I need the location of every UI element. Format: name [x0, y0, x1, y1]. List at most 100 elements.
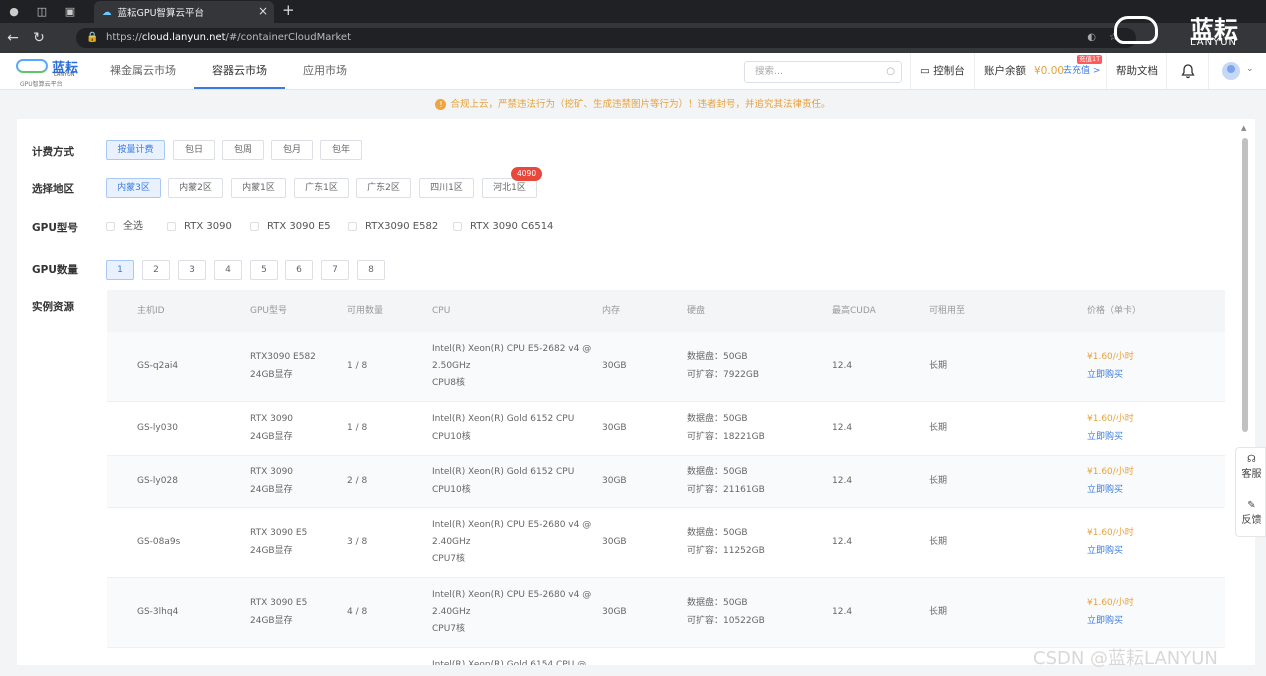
gpu-model-checkbox[interactable]: RTX 3090	[167, 221, 232, 233]
cell-host-id: GS-08a9s	[137, 537, 181, 547]
browser-tab[interactable]: ☁ 蓝耘GPU智算云平台 ×	[94, 1, 274, 23]
col-host-id: 主机ID	[137, 306, 165, 316]
cell-cpu: CPU10核	[432, 432, 471, 442]
gpu-count-option[interactable]: 4	[214, 260, 242, 280]
cell-disk: 数据盘：50GB	[687, 352, 748, 362]
divider	[1106, 53, 1107, 89]
avatar[interactable]	[1222, 62, 1240, 80]
console-link[interactable]: ▭ 控制台	[920, 53, 965, 89]
divider	[1166, 53, 1167, 89]
nav-container-cloud[interactable]: 容器云市场	[194, 53, 285, 89]
col-gpu: GPU型号	[250, 306, 287, 316]
collections-icon[interactable]: ◫	[35, 5, 49, 19]
cell-price: ¥1.60/小时	[1087, 598, 1134, 608]
billing-option[interactable]: 包年	[320, 140, 362, 160]
gpu-count-option[interactable]: 5	[250, 260, 278, 280]
cell-price: ¥1.60/小时	[1087, 414, 1134, 424]
region-option[interactable]: 广东1区	[294, 178, 349, 198]
logo-subtitle: GPU智算云平台	[20, 81, 63, 88]
search-input[interactable]: 搜索... ○	[744, 61, 902, 83]
buy-now-link[interactable]: 立即购买	[1087, 613, 1123, 630]
cell-cpu: Intel(R) Xeon(R) Gold 6154 CPU @	[432, 660, 587, 665]
new-tab-icon[interactable]: +	[282, 1, 295, 19]
col-price: 价格（单卡）	[1087, 306, 1142, 316]
cell-cpu: CPU10核	[432, 485, 471, 495]
gpu-count-option[interactable]: 8	[357, 260, 385, 280]
gpu-count-option[interactable]: 7	[321, 260, 349, 280]
billing-option[interactable]: 包日	[173, 140, 215, 160]
cell-cpu: CPU7核	[432, 554, 466, 564]
table-row[interactable]: GS-ly030 RTX 3090 24GB显存 1 / 8 Intel(R) …	[107, 402, 1225, 456]
checkbox-icon	[250, 221, 259, 231]
cell-gpu: RTX 3090	[250, 467, 294, 477]
cell-mem: 30GB	[602, 476, 627, 486]
gpu-count-label: GPU数量	[32, 264, 78, 276]
gpu-model-checkbox[interactable]: RTX 3090 C6514	[453, 221, 553, 233]
cell-vram: 24GB显存	[250, 485, 293, 495]
checkbox-icon	[106, 221, 115, 231]
buy-now-link[interactable]: 立即购买	[1087, 543, 1123, 560]
billing-option[interactable]: 包月	[271, 140, 313, 160]
cell-cpu: Intel(R) Xeon(R) Gold 6152 CPU	[432, 467, 575, 477]
gpu-count-option[interactable]: 3	[178, 260, 206, 280]
divider	[910, 53, 911, 89]
region-option[interactable]: 广东2区	[356, 178, 411, 198]
nav-app-market[interactable]: 应用市场	[285, 53, 365, 89]
cell-cpu: 2.50GHz	[432, 361, 471, 371]
cell-cuda: 12.4	[832, 476, 853, 486]
url-field[interactable]: 🔒 https://cloud.lanyun.net/#/containerCl…	[76, 28, 1136, 48]
customer-service-button[interactable]: ☊ 客服	[1236, 454, 1266, 480]
col-until: 可租用至	[929, 306, 966, 316]
region-option[interactable]: 四川1区	[419, 178, 474, 198]
checkbox-icon	[167, 221, 176, 231]
cell-until: 长期	[929, 476, 948, 486]
cell-until: 长期	[929, 361, 948, 371]
scrollbar[interactable]: ▲	[1240, 124, 1250, 664]
table-row[interactable]: GS-q2ai4 RTX3090 E582 24GB显存 1 / 8 Intel…	[107, 332, 1225, 402]
cell-cpu: 2.40GHz	[432, 607, 471, 617]
lock-icon: 🔒	[86, 32, 99, 43]
gpu-count-option[interactable]: 1	[106, 260, 134, 280]
gpu-count-option[interactable]: 6	[285, 260, 313, 280]
cell-disk: 可扩容：21161GB	[687, 485, 765, 495]
cell-cuda: 12.4	[832, 361, 853, 371]
buy-now-link[interactable]: 立即购买	[1087, 429, 1123, 446]
region-option[interactable]: 内蒙1区	[231, 178, 286, 198]
gpu-count-option[interactable]: 2	[142, 260, 170, 280]
back-icon[interactable]: ←	[0, 30, 26, 46]
buy-now-link[interactable]: 立即购买	[1087, 367, 1123, 384]
headset-icon: ☊	[1247, 454, 1256, 465]
cell-disk: 数据盘：50GB	[687, 528, 748, 538]
scrollbar-thumb[interactable]	[1242, 138, 1248, 432]
logo[interactable]: 蓝耘 LANYUN GPU智算云平台	[14, 57, 84, 88]
gpu-model-checkbox[interactable]: RTX3090 E582	[348, 221, 438, 233]
cell-gpu: RTX 3090 E5	[250, 598, 308, 608]
feedback-button[interactable]: ✎ 反馈	[1236, 500, 1266, 526]
close-tab-icon[interactable]: ×	[258, 4, 268, 18]
chevron-down-icon[interactable]: ⌄	[1246, 64, 1254, 74]
search-icon[interactable]: ○	[886, 62, 895, 82]
region-option[interactable]: 内蒙2区	[168, 178, 223, 198]
cell-disk: 可扩容：18221GB	[687, 432, 765, 442]
nav-bare-metal[interactable]: 裸金属云市场	[92, 53, 194, 89]
tab-actions-icon[interactable]: ▣	[63, 5, 77, 19]
buy-now-link[interactable]: 立即购买	[1087, 482, 1123, 499]
gpu-model-checkbox[interactable]: 全选	[106, 221, 143, 233]
region-option[interactable]: 内蒙3区	[106, 178, 161, 198]
table-row[interactable]: GS-3lhq4 RTX 3090 E5 24GB显存 4 / 8 Intel(…	[107, 578, 1225, 648]
profile-icon[interactable]: ●	[7, 5, 21, 19]
cell-disk: 数据盘：50GB	[687, 414, 748, 424]
col-cpu: CPU	[432, 306, 451, 316]
table-row[interactable]: GS-08a9s RTX 3090 E5 24GB显存 3 / 8 Intel(…	[107, 508, 1225, 578]
billing-option[interactable]: 包周	[222, 140, 264, 160]
divider	[974, 53, 975, 89]
edge-icon[interactable]: ◐	[1087, 28, 1096, 48]
bell-icon[interactable]	[1180, 63, 1196, 79]
reload-icon[interactable]: ↻	[26, 30, 52, 46]
region-option[interactable]: 河北1区	[482, 178, 537, 198]
billing-option[interactable]: 按量计费	[106, 140, 165, 160]
gpu-model-checkbox[interactable]: RTX 3090 E5	[250, 221, 331, 233]
scroll-up-icon[interactable]: ▲	[1241, 124, 1246, 132]
help-docs-link[interactable]: 帮助文档	[1116, 53, 1158, 89]
table-row[interactable]: GS-ly028 RTX 3090 24GB显存 2 / 8 Intel(R) …	[107, 456, 1225, 508]
